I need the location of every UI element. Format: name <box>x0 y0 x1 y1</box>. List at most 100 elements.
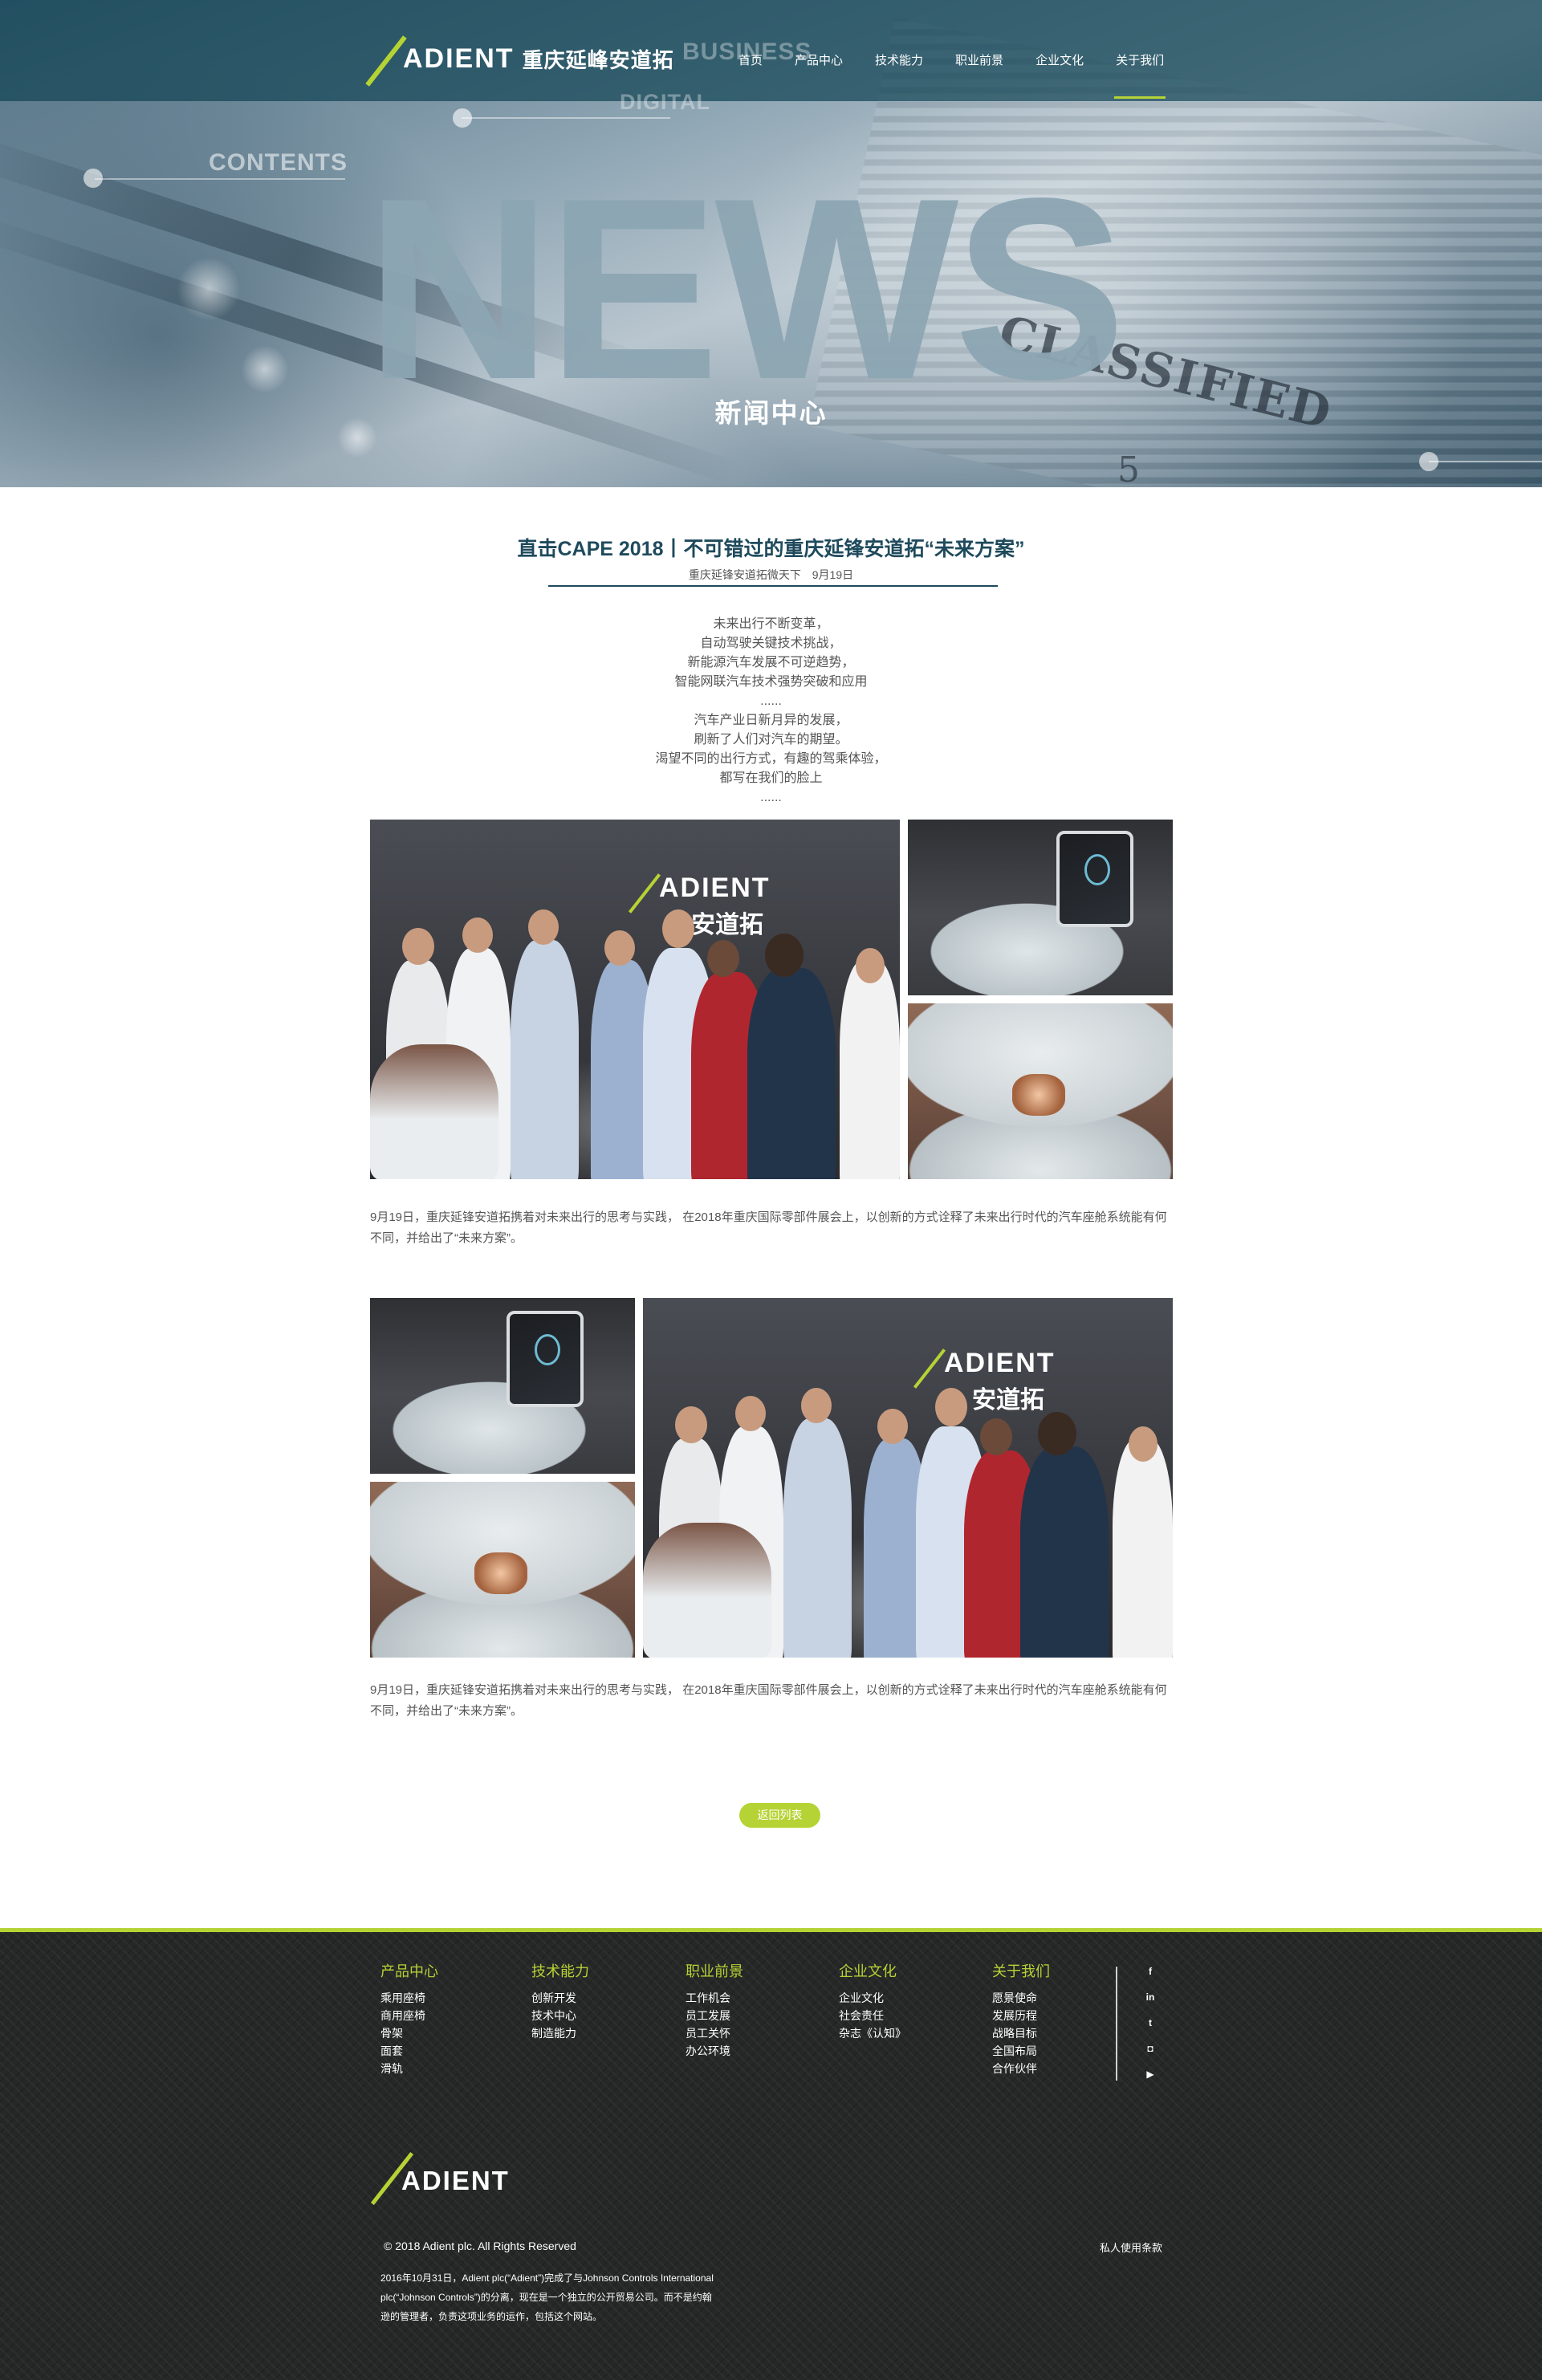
footer-divider <box>1116 1967 1117 2081</box>
photo-person-head <box>856 948 885 983</box>
photo-headrest-copper <box>474 1552 527 1594</box>
hero-contents-label: CONTENTS <box>209 149 348 176</box>
nav-item-home[interactable]: 首页 <box>738 51 763 68</box>
photo-seat-model <box>370 1044 498 1179</box>
hero-banner: CLASSIFIED 5 BUSINESS DIGITAL CONTENTS N… <box>0 0 1542 487</box>
photo-person-head <box>604 930 635 966</box>
footer-column-about: 关于我们 愿景使命 发展历程 战略目标 全国布局 合作伙伴 <box>992 1960 1050 2077</box>
footer-link[interactable]: 愿景使命 <box>992 1989 1050 2007</box>
footer-link[interactable]: 滑轨 <box>380 2060 438 2077</box>
facebook-icon[interactable]: f <box>1143 1965 1158 1978</box>
article-source: 重庆延锋安道拓微天下 <box>688 568 801 581</box>
main-nav: 首页 产品中心 技术能力 职业前景 企业文化 关于我们 <box>738 51 1196 99</box>
hero-paper-number: 5 <box>1117 450 1140 487</box>
hero-big-word: NEWS <box>365 145 1126 433</box>
footer-link[interactable]: 全国布局 <box>992 2042 1050 2060</box>
footer-link[interactable]: 乘用座椅 <box>380 1989 438 2007</box>
nav-item-culture[interactable]: 企业文化 <box>1035 51 1084 68</box>
footer-link[interactable]: 发展历程 <box>992 2007 1050 2024</box>
photo-person <box>1113 1438 1173 1658</box>
poem-line: 自动驾驶关键技术挑战， <box>700 637 842 650</box>
article-caption: 9月19日，重庆延锋安道拓携着对未来出行的思考与实践， 在2018年重庆国际零部… <box>370 1683 1167 1718</box>
footer-column-title[interactable]: 关于我们 <box>992 1960 1050 1981</box>
photo-brand-cn: 安道拓 <box>972 1387 1044 1414</box>
footer-logo-wordmark: ADIENT <box>401 2166 510 2195</box>
footer-column-products: 产品中心 乘用座椅 商用座椅 骨架 面套 滑轨 <box>380 1960 438 2077</box>
footer-link[interactable]: 员工发展 <box>686 2007 743 2024</box>
footer-column-title[interactable]: 职业前景 <box>686 1960 743 1981</box>
instagram-icon[interactable]: ◘ <box>1143 2042 1158 2055</box>
footer-link[interactable]: 社会责任 <box>839 2007 906 2024</box>
footer-link[interactable]: 杂志《认知》 <box>839 2024 906 2042</box>
footer-column-title[interactable]: 技术能力 <box>531 1960 589 1981</box>
legal-notice: 2016年10月31日，Adient plc(“Adient”)完成了与John… <box>380 2272 714 2322</box>
site-logo[interactable]: ADIENT 重庆延峰安道拓 <box>365 31 674 87</box>
footer-link[interactable]: 创新开发 <box>531 1989 589 2007</box>
footer-column-culture: 企业文化 企业文化 社会责任 杂志《认知》 <box>839 1960 906 2042</box>
photo-seat-model <box>643 1523 771 1658</box>
poem-line: ...... <box>760 791 782 804</box>
photo-display-screen <box>507 1311 584 1407</box>
footer-column-technology: 技术能力 创新开发 技术中心 制造能力 <box>531 1960 589 2042</box>
hero-decor-dot <box>1419 452 1438 471</box>
footer-column-title[interactable]: 企业文化 <box>839 1960 906 1981</box>
privacy-terms-link[interactable]: 私人使用条款 <box>1100 2240 1162 2255</box>
photo-person-head <box>707 940 739 977</box>
hero-ghost-digital: DIGITAL <box>620 90 710 114</box>
poem-line: 都写在我们的脸上 <box>719 771 823 785</box>
footer-link[interactable]: 商用座椅 <box>380 2007 438 2024</box>
footer-link[interactable]: 战略目标 <box>992 2024 1050 2042</box>
footer-link[interactable]: 工作机会 <box>686 1989 743 2007</box>
photo-person <box>1020 1446 1109 1658</box>
nav-item-careers[interactable]: 职业前景 <box>955 51 1003 68</box>
footer-link[interactable]: 办公环境 <box>686 2042 743 2060</box>
poem-line: ...... <box>760 694 782 708</box>
footer-link[interactable]: 骨架 <box>380 2024 438 2042</box>
footer-link[interactable]: 制造能力 <box>531 2024 589 2042</box>
poem-line: 刷新了人们对汽车的期望。 <box>694 733 848 747</box>
footer-link[interactable]: 面套 <box>380 2042 438 2060</box>
photo-person-head <box>935 1388 967 1426</box>
photo-console-screen <box>370 1298 635 1474</box>
youtube-icon[interactable]: ▶ <box>1143 2068 1158 2081</box>
hero-decor-line <box>95 178 345 180</box>
photo-brand-word: ADIENT <box>944 1348 1056 1378</box>
nav-item-about[interactable]: 关于我们 <box>1114 51 1166 99</box>
linkedin-icon[interactable]: in <box>1143 1991 1158 2004</box>
hero-bokeh <box>241 345 289 393</box>
article-date: 9月19日 <box>812 568 854 581</box>
photo-display-screen <box>1056 831 1133 927</box>
photo-brand-slash <box>913 1349 946 1389</box>
nav-item-products[interactable]: 产品中心 <box>795 51 843 68</box>
photo-person-head <box>662 909 694 948</box>
title-divider <box>548 585 998 587</box>
photo-person-head <box>462 917 493 953</box>
photo-person <box>511 940 579 1179</box>
footer-column-title[interactable]: 产品中心 <box>380 1960 438 1981</box>
hero-decor-dot <box>453 108 472 128</box>
poem-line: 渴望不同的出行方式，有趣的驾乘体验， <box>655 752 887 766</box>
photo-brand-cn: 安道拓 <box>691 912 763 938</box>
footer-link[interactable]: 企业文化 <box>839 1989 906 2007</box>
footer-link[interactable]: 员工关怀 <box>686 2024 743 2042</box>
hero-decor-line <box>1429 461 1542 462</box>
photo-console-screen <box>908 820 1173 995</box>
photo-person-head <box>528 909 559 945</box>
poem-line: 智能网联汽车技术强势突破和应用 <box>674 675 868 689</box>
photo-person-head <box>801 1388 832 1423</box>
twitter-icon[interactable]: t <box>1143 2016 1158 2029</box>
photo-person-head <box>402 928 434 965</box>
footer-link[interactable]: 合作伙伴 <box>992 2060 1050 2077</box>
footer-link[interactable]: 技术中心 <box>531 2007 589 2024</box>
back-to-list-button[interactable]: 返回列表 <box>739 1803 820 1828</box>
photo-brand-slash <box>628 873 661 913</box>
footer-accent-line <box>0 1928 1542 1932</box>
photo-person <box>747 968 836 1179</box>
photo-person-head <box>1038 1412 1076 1455</box>
logo-wordmark: ADIENT <box>403 43 515 74</box>
photo-seat-headrest <box>908 1003 1173 1179</box>
photo-headrest-copper <box>1012 1074 1065 1116</box>
nav-item-technology[interactable]: 技术能力 <box>875 51 923 68</box>
photo-person-head <box>675 1406 707 1443</box>
photo-person-head <box>765 934 804 977</box>
